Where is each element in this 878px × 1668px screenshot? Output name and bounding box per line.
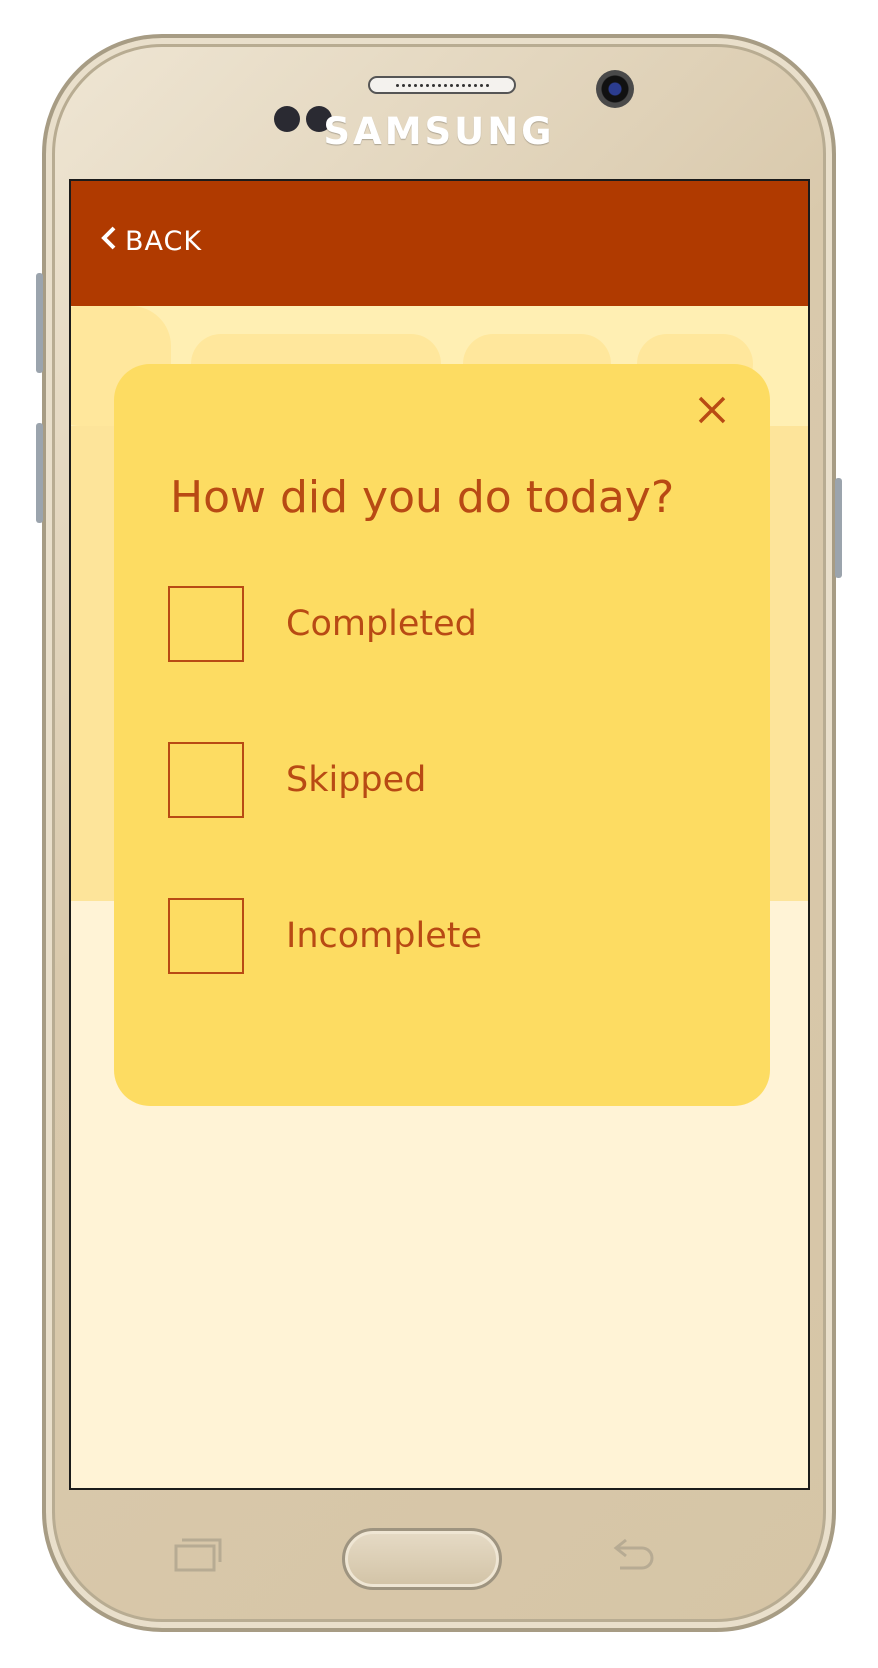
close-icon[interactable] [692,390,732,430]
option-label: Completed [286,604,477,644]
home-button[interactable] [342,1528,502,1590]
modal-question: How did you do today? [170,472,675,523]
checkbox[interactable] [168,742,244,818]
option-label: Skipped [286,760,427,800]
back-button[interactable]: BACK [99,225,202,258]
power-button [835,478,842,578]
app-screen: BACK How did you do today? Completed Ski… [69,179,810,1490]
brand-logo: SAMSUNG [323,110,555,153]
app-header: BACK [71,181,808,306]
checkbox[interactable] [168,898,244,974]
earpiece-speaker [368,76,516,94]
check-in-modal: How did you do today? Completed Skipped … [114,364,770,1106]
checkbox[interactable] [168,586,244,662]
back-label: BACK [125,226,203,257]
option-label: Incomplete [286,916,482,956]
volume-up-button [36,273,43,373]
recent-apps-icon[interactable] [174,1536,222,1576]
option-completed[interactable]: Completed [168,586,477,662]
volume-down-button [36,423,43,523]
chevron-left-icon [99,225,117,258]
back-arrow-icon[interactable] [608,1536,656,1576]
front-camera [596,70,634,108]
option-incomplete[interactable]: Incomplete [168,898,482,974]
option-skipped[interactable]: Skipped [168,742,426,818]
